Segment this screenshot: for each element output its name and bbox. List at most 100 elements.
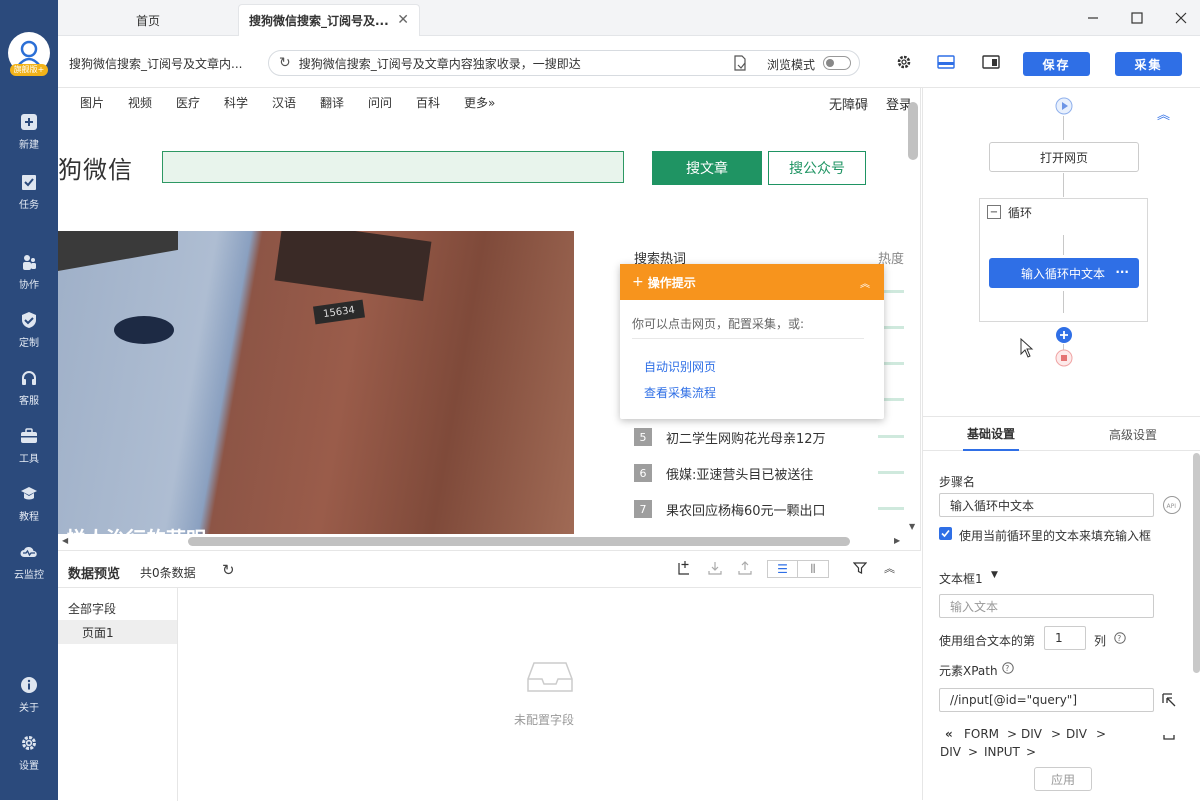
- crumb-div[interactable]: DIV: [940, 745, 961, 759]
- combo-column-input[interactable]: 1: [1044, 626, 1086, 650]
- auto-detect-link[interactable]: 自动识别网页: [644, 358, 716, 375]
- search-input[interactable]: [162, 151, 624, 183]
- crumb-back-icon[interactable]: «: [945, 727, 953, 741]
- hot-list-item[interactable]: 6 俄媒:亚速营头目已被送往: [634, 460, 813, 486]
- settings-scrollbar-thumb[interactable]: [1193, 453, 1200, 673]
- scroll-down-icon[interactable]: ▼: [909, 522, 915, 531]
- xpath-input[interactable]: //input[@id="query"]: [939, 688, 1154, 712]
- minimize-icon[interactable]: [1080, 6, 1106, 30]
- tree-item-page1[interactable]: 页面1: [58, 620, 177, 644]
- horizontal-scrollbar[interactable]: ◀ ▶: [58, 535, 906, 547]
- vertical-scroll-thumb[interactable]: [908, 102, 918, 160]
- scroll-left-icon[interactable]: ◀: [62, 536, 68, 545]
- crumb-form[interactable]: FORM: [964, 727, 999, 741]
- more-options-icon[interactable]: ···: [1115, 265, 1129, 279]
- sidebar-item-about[interactable]: 关于: [0, 666, 58, 722]
- operation-tip-popup: + 操作提示 ︽ 你可以点击网页，配置采集，或: 自动识别网页 查看采集流程: [620, 264, 884, 419]
- scroll-right-icon[interactable]: ▶: [894, 536, 900, 545]
- nav-link-medical[interactable]: 医疗: [176, 94, 200, 111]
- nav-link-images[interactable]: 图片: [80, 94, 104, 111]
- crumb-div[interactable]: DIV: [1066, 727, 1087, 741]
- flow-node-input-loop-text[interactable]: 输入循环中文本 ···: [989, 258, 1139, 288]
- close-window-icon[interactable]: [1168, 6, 1194, 30]
- import-icon[interactable]: [708, 561, 722, 578]
- sidebar-item-custom[interactable]: 定制: [0, 301, 58, 357]
- flow-node-open-page[interactable]: 打开网页: [989, 142, 1139, 172]
- nav-link-translate[interactable]: 翻译: [320, 94, 344, 111]
- refresh-icon[interactable]: ↻: [279, 55, 291, 71]
- collect-button[interactable]: 采集: [1115, 52, 1182, 76]
- crumb-sep-icon: >: [1096, 727, 1107, 741]
- browse-mode-toggle[interactable]: [823, 56, 851, 70]
- filter-icon[interactable]: [852, 561, 868, 578]
- sidebar-item-support[interactable]: 客服: [0, 359, 58, 415]
- nav-link-science[interactable]: 科学: [224, 94, 248, 111]
- maximize-icon[interactable]: [1124, 6, 1150, 30]
- step-name-input[interactable]: 输入循环中文本: [939, 493, 1154, 517]
- sidebar-item-cloud-monitor[interactable]: 云监控: [0, 533, 58, 589]
- flow-node-label: 打开网页: [1039, 150, 1088, 165]
- layout-bottom-icon[interactable]: [937, 55, 955, 72]
- help-icon[interactable]: ?: [1114, 632, 1126, 647]
- tab-sogou-weixin[interactable]: 搜狗微信搜索_订阅号及... ✕: [238, 4, 420, 36]
- sidebar-item-collab[interactable]: 协作: [0, 243, 58, 299]
- play-icon[interactable]: [1055, 97, 1073, 118]
- view-switch: ☰ ⦀: [767, 560, 829, 578]
- crumb-div[interactable]: DIV: [1021, 727, 1042, 741]
- tab-advanced-settings[interactable]: 高级设置: [1103, 417, 1163, 451]
- tree-root[interactable]: 全部字段: [68, 600, 116, 617]
- tip-header[interactable]: + 操作提示 ︽: [620, 264, 884, 300]
- sidebar-item-tutorial[interactable]: 教程: [0, 475, 58, 531]
- sidebar-item-tools[interactable]: 工具: [0, 417, 58, 473]
- return-icon[interactable]: [1163, 733, 1175, 747]
- save-button[interactable]: 保存: [1023, 52, 1090, 76]
- view-flow-link[interactable]: 查看采集流程: [644, 384, 716, 401]
- flow-loop-container[interactable]: − 循环 输入循环中文本 ···: [979, 198, 1148, 322]
- photo-shoulder: [274, 231, 432, 302]
- page-info-icon[interactable]: [733, 55, 747, 74]
- refresh-icon[interactable]: ↻: [222, 561, 235, 579]
- accessibility-link[interactable]: 无障碍: [829, 94, 868, 113]
- use-loop-text-checkbox[interactable]: [939, 527, 952, 540]
- horizontal-scroll-thumb[interactable]: [188, 537, 850, 546]
- layout-side-icon[interactable]: [982, 55, 1000, 72]
- export-icon[interactable]: [738, 561, 752, 578]
- collapse-flow-icon[interactable]: ︽: [1157, 104, 1170, 123]
- textbox-dropdown-icon[interactable]: ▼: [991, 570, 998, 580]
- add-field-icon[interactable]: [677, 560, 691, 579]
- sidebar-item-tasks[interactable]: 任务: [0, 163, 58, 219]
- sidebar-item-settings[interactable]: 设置: [0, 724, 58, 780]
- text-input[interactable]: 输入文本: [939, 594, 1154, 618]
- search-article-button[interactable]: 搜文章: [652, 151, 762, 185]
- close-tab-icon[interactable]: ✕: [397, 12, 409, 28]
- nav-link-video[interactable]: 视频: [128, 94, 152, 111]
- collapse-icon[interactable]: ︽: [860, 275, 870, 290]
- nav-link-wenwen[interactable]: 问问: [368, 94, 392, 111]
- api-icon[interactable]: API: [1162, 495, 1182, 518]
- collapse-preview-icon[interactable]: ︽: [884, 560, 895, 576]
- hot-list-item[interactable]: 7 果农回应杨梅60元一颗出口: [634, 496, 826, 522]
- settings-gear-icon[interactable]: [896, 54, 912, 73]
- xpath-help-icon[interactable]: ?: [1002, 662, 1014, 677]
- nav-link-chinese[interactable]: 汉语: [272, 94, 296, 111]
- sidebar-item-new[interactable]: 新建: [0, 103, 58, 159]
- nav-link-baike[interactable]: 百科: [416, 94, 440, 111]
- list-view-icon[interactable]: ☰: [768, 561, 799, 577]
- collapse-loop-icon[interactable]: −: [987, 205, 1001, 219]
- apply-button[interactable]: 应用: [1034, 767, 1092, 791]
- nav-link-more[interactable]: 更多»: [464, 94, 495, 111]
- crumb-input[interactable]: INPUT: [984, 745, 1020, 759]
- sidebar-item-label: 关于: [19, 702, 39, 714]
- tab-basic-settings[interactable]: 基础设置: [963, 417, 1019, 451]
- column-view-icon[interactable]: ⦀: [798, 561, 828, 577]
- news-photo[interactable]: 15634 悦人治行的荣明: [58, 231, 574, 534]
- locate-element-icon[interactable]: [1162, 693, 1176, 710]
- step-name-value: 输入循环中文本: [950, 498, 1035, 513]
- stop-icon[interactable]: [1055, 349, 1073, 370]
- search-account-button[interactable]: 搜公众号: [768, 151, 866, 185]
- add-step-icon[interactable]: [1055, 326, 1073, 347]
- vertical-scrollbar[interactable]: ▼: [906, 102, 918, 542]
- tab-home[interactable]: 首页: [78, 4, 218, 36]
- url-field[interactable]: ↻ 搜狗微信搜索_订阅号及文章内容独家收录，一搜即达 浏览模式: [268, 50, 860, 76]
- hot-list-item[interactable]: 5 初二学生网购花光母亲12万: [634, 424, 826, 450]
